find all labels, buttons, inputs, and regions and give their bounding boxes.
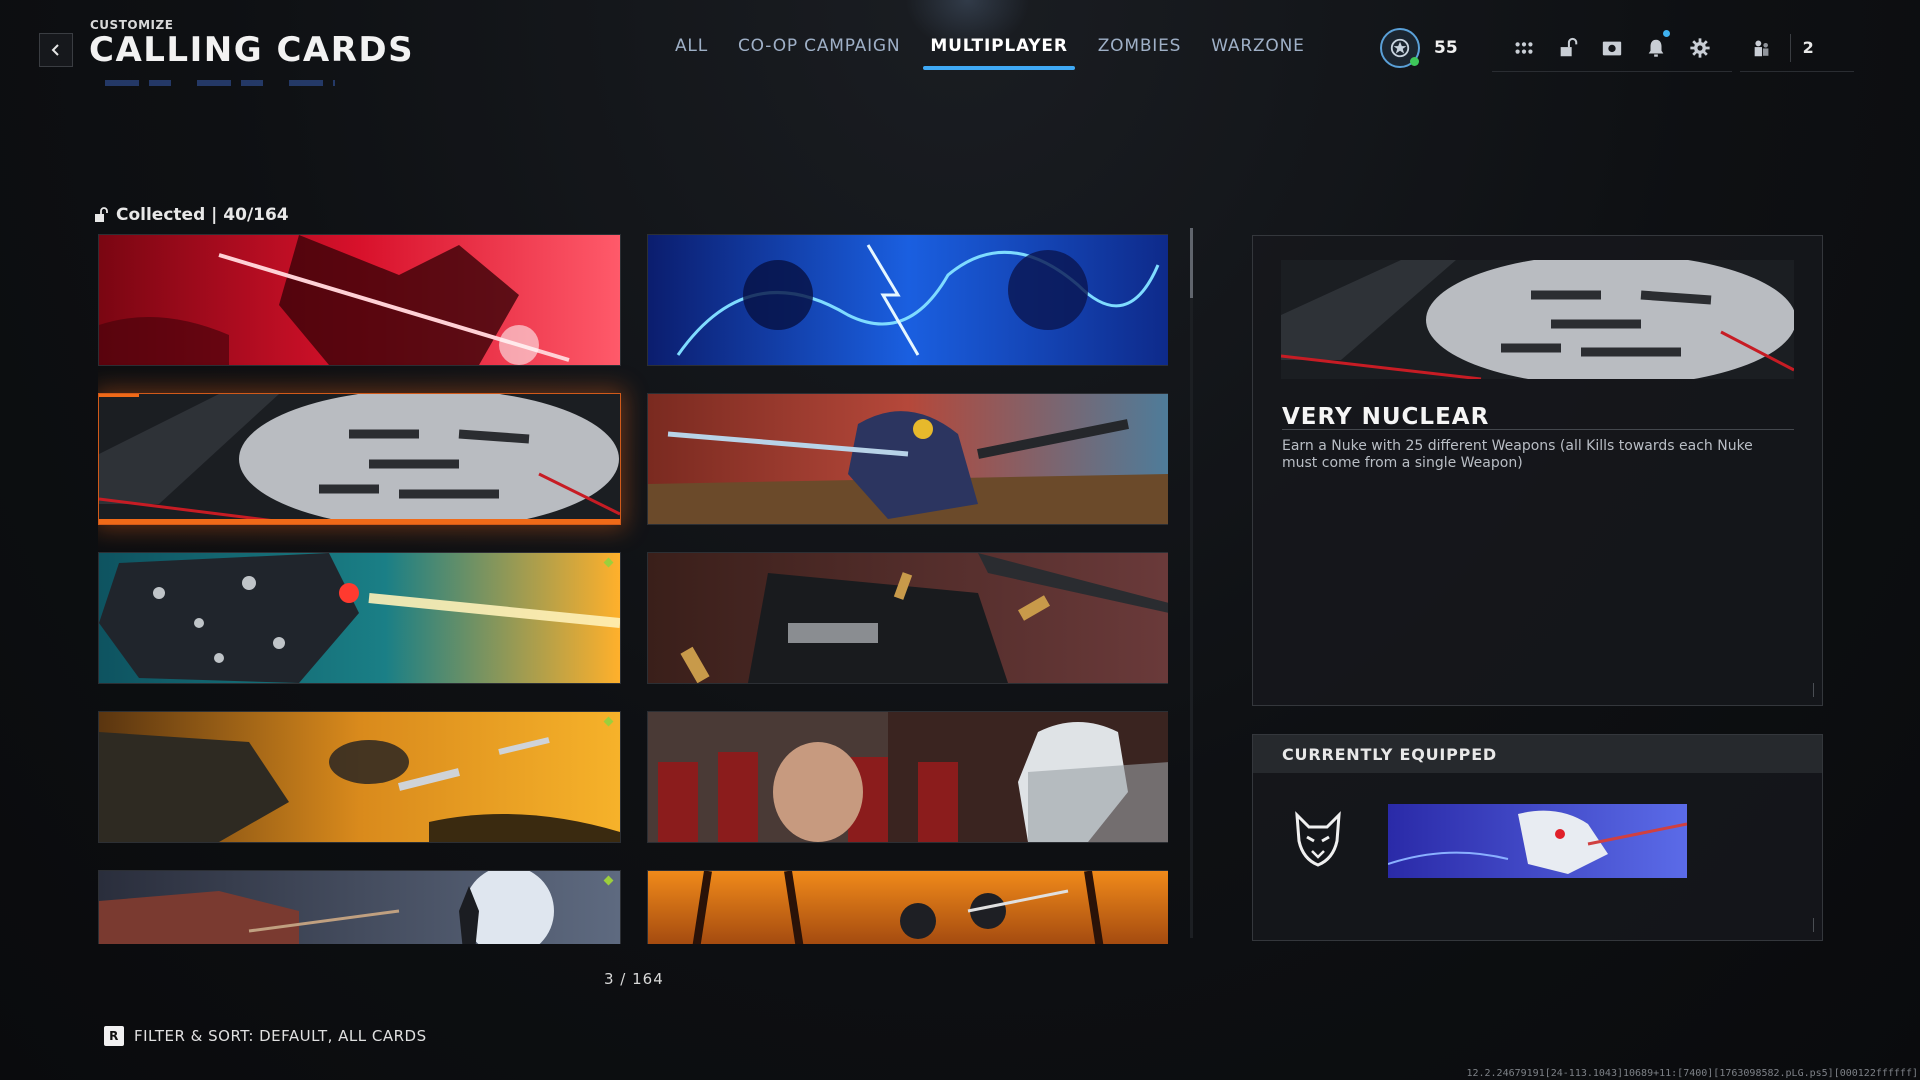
party-count: 2 <box>1802 38 1814 57</box>
calling-card-art <box>99 394 620 524</box>
panel-corner-mark <box>1807 918 1814 932</box>
player-level: 55 <box>1434 38 1458 58</box>
calling-card-art <box>648 553 1168 683</box>
calling-card-grid <box>98 234 1168 944</box>
hud-icon-group <box>1491 25 1732 72</box>
calling-card[interactable] <box>98 711 621 843</box>
prestige-badge[interactable] <box>1380 28 1420 68</box>
party-indicator[interactable]: 2 <box>1739 25 1854 72</box>
r-button-key: R <box>104 1026 124 1046</box>
gear-icon[interactable] <box>1678 28 1722 68</box>
wolf-emblem-icon <box>1287 807 1349 869</box>
panel-corner-mark <box>1807 683 1814 697</box>
calling-card-art <box>648 394 1168 524</box>
divider <box>1282 429 1794 430</box>
grid-menu-icon[interactable] <box>1502 28 1546 68</box>
calling-card-art <box>99 712 620 842</box>
chevron-left-icon <box>51 44 59 56</box>
calling-card[interactable] <box>98 870 621 944</box>
equipped-heading: CURRENTLY EQUIPPED <box>1253 735 1822 773</box>
camera-icon[interactable] <box>1590 28 1634 68</box>
filter-sort-label: FILTER & SORT: DEFAULT, ALL CARDS <box>134 1027 427 1045</box>
calling-card-art <box>99 553 620 683</box>
filter-sort-button[interactable]: R FILTER & SORT: DEFAULT, ALL CARDS <box>104 1026 427 1046</box>
selection-indicator-top <box>99 394 139 397</box>
calling-card[interactable] <box>647 234 1168 366</box>
card-position-counter: 3 / 164 <box>604 970 664 988</box>
tab-zombies[interactable]: ZOMBIES <box>1083 30 1197 66</box>
calling-card-art <box>1281 260 1794 379</box>
build-version-string: 12.2.24679191[24-113.1043]10689+11:[7400… <box>1466 1068 1918 1079</box>
tab-multiplayer[interactable]: MULTIPLAYER <box>915 30 1082 70</box>
card-detail-preview <box>1281 260 1794 379</box>
card-name: VERY NUCLEAR <box>1282 404 1490 430</box>
unlock-icon[interactable] <box>1546 28 1590 68</box>
calling-card[interactable] <box>98 234 621 366</box>
tab-all[interactable]: ALL <box>660 30 723 66</box>
party-members-icon <box>1740 28 1784 68</box>
player-hud: 55 2 <box>1380 28 1854 72</box>
calling-card-art <box>648 235 1168 365</box>
prestige-icon <box>1390 38 1410 58</box>
collected-label: Collected | 40/164 <box>116 205 289 225</box>
title-decoration <box>105 80 335 86</box>
calling-card[interactable] <box>647 870 1168 944</box>
online-status-dot <box>1410 57 1419 66</box>
equipped-calling-card[interactable] <box>1388 804 1687 878</box>
calling-card-art <box>99 235 620 365</box>
calling-card-art <box>648 871 1168 944</box>
category-tabs: ALL CO-OP CAMPAIGN MULTIPLAYER ZOMBIES W… <box>660 30 1320 70</box>
unlock-icon <box>95 207 108 222</box>
scroll-thumb[interactable] <box>1190 228 1193 298</box>
party-separator <box>1789 33 1791 62</box>
selection-indicator <box>99 519 620 524</box>
calling-card-art <box>1388 804 1687 878</box>
currently-equipped-panel: CURRENTLY EQUIPPED <box>1252 734 1823 941</box>
calling-card[interactable] <box>647 552 1168 684</box>
calling-card-selected[interactable] <box>98 393 621 525</box>
bell-icon[interactable] <box>1634 28 1678 68</box>
tab-co-op-campaign[interactable]: CO-OP CAMPAIGN <box>723 30 915 66</box>
page-title: CALLING CARDS <box>89 30 415 70</box>
back-button[interactable] <box>39 33 73 67</box>
card-detail-panel: VERY NUCLEAR Earn a Nuke with 25 differe… <box>1252 235 1823 706</box>
calling-card[interactable] <box>647 711 1168 843</box>
calling-card-art <box>99 871 620 944</box>
calling-card-art <box>648 712 1168 842</box>
tab-warzone[interactable]: WARZONE <box>1196 30 1319 66</box>
calling-card[interactable] <box>647 393 1168 525</box>
notification-dot <box>1662 29 1670 37</box>
card-unlock-description: Earn a Nuke with 25 different Weapons (a… <box>1282 438 1753 471</box>
calling-card[interactable] <box>98 552 621 684</box>
card-grid-scrollbar[interactable] <box>1190 228 1193 938</box>
collected-count: Collected | 40/164 <box>94 205 289 225</box>
